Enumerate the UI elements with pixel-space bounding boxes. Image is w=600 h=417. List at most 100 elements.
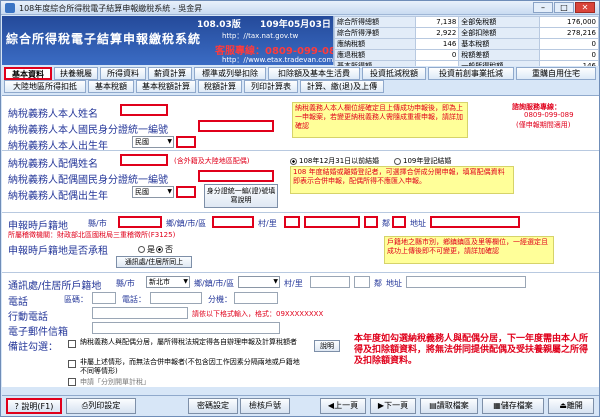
neighbor-input[interactable] (364, 216, 378, 228)
separate-billing-checkbox[interactable] (68, 378, 76, 386)
taxpayer-id-input[interactable] (198, 120, 274, 132)
tab-deductions[interactable]: 標準或列舉扣除 (194, 67, 266, 80)
version-label: 108.03版 (197, 20, 241, 30)
taxpayer-name-input[interactable] (120, 104, 168, 116)
tax-url[interactable]: http：//tax.nat.gov.tw (222, 31, 298, 41)
help-button[interactable]: ? 說明(F1) (6, 398, 62, 414)
tab-basic-living[interactable]: 扣除額及基本生活費 (268, 67, 360, 80)
village-input[interactable] (284, 216, 300, 228)
neighbor-number-input[interactable] (392, 216, 406, 228)
village-name-input[interactable] (304, 216, 360, 228)
village-label: 村/里 (258, 219, 277, 228)
summary-label: 應退稅額 (333, 49, 417, 61)
mail-neighbor-input[interactable] (354, 276, 370, 288)
taxpayer-era-select[interactable]: 民國 (132, 136, 174, 148)
password-settings-button[interactable]: 密碼設定 (188, 398, 238, 414)
next-page-label: 下一頁 (384, 401, 409, 410)
exit-icon: ⏏ (559, 401, 567, 410)
tab-home-repurchase[interactable]: 重購自用住宅 (516, 67, 596, 80)
same-address-button[interactable]: 通訊處/住居所同上 (116, 256, 192, 268)
spouse-id-label: 納稅義務人配偶國民身分證統一編號 (8, 175, 168, 186)
basic-info-form: 納稅義務人本人姓名 納稅義務人本人國民身分證統一編號 納稅義務人本人出生年 民國… (2, 95, 599, 387)
mail-address-label: 通訊處/住居所戶籍地 (8, 281, 102, 292)
hotline-period-note: (僅申報期間適用) (516, 121, 571, 129)
marriage-after-radio[interactable]: 109年登記結婚 (394, 156, 451, 166)
taxpayer-id-label: 納稅義務人本人國民身分證統一編號 (8, 125, 168, 136)
phone-number-input[interactable] (150, 292, 202, 304)
address-input[interactable] (430, 216, 520, 228)
tab-tax-calc[interactable]: 稅額計算 (198, 80, 242, 93)
divider (2, 150, 599, 151)
prev-page-button[interactable]: ◀上一頁 (320, 398, 366, 414)
minimize-button[interactable]: – (533, 2, 553, 13)
prev-page-label: 上一頁 (334, 401, 359, 410)
spouse-hint: (含外籍及大陸地區配偶) (174, 157, 250, 165)
tab-print-sheet[interactable]: 列印計算表 (244, 80, 298, 93)
tab-investment-credit[interactable]: 投資抵減稅額 (362, 67, 426, 80)
separate-billing-check-label: 申請「分別開單計稅」 (80, 378, 150, 386)
next-page-button[interactable]: ▶下一頁 (370, 398, 416, 414)
summary-label: 應納稅額 (333, 38, 417, 50)
county-label: 縣/市 (88, 219, 107, 228)
etax-url[interactable]: http：//www.etax.tradevan.com.tw (222, 55, 344, 65)
exit-button[interactable]: ⏏離開 (548, 398, 594, 414)
tab-basic-info[interactable]: 基本資料 (4, 67, 52, 80)
tax-summary-panel: 綜合所得總額 7,138 全部免稅額 176,000 綜合所得淨額 2,922 全部扣除額 2… (333, 16, 599, 94)
mobile-input[interactable] (92, 307, 188, 319)
bottom-toolbar: ? 說明(F1) ⎙列印設定 密碼設定 檢核戶號 ◀上一頁 ▶下一頁 ▤讀取檔案… (2, 395, 599, 416)
window-title: 108年度綜合所得稅電子結算申報繳稅系統 - 吳金昇 (19, 4, 203, 13)
taxpayer-birth-year-input[interactable] (176, 136, 196, 148)
tab-dependents[interactable]: 扶養親屬 (54, 67, 98, 80)
read-file-label: 讀取檔案 (436, 401, 469, 410)
id-help-button[interactable]: 身分證統一編(證)號填寫說明 (204, 184, 278, 208)
mail-town-select[interactable] (238, 276, 280, 288)
email-input[interactable] (92, 322, 280, 334)
mail-county-select[interactable]: 新北市 (146, 276, 190, 288)
mail-address-input[interactable] (406, 276, 526, 288)
mail-village-input[interactable] (310, 276, 350, 288)
tab-basic-tax-calc[interactable]: 基本稅額計算 (136, 80, 196, 93)
close-button[interactable]: ✕ (575, 2, 595, 13)
summary-value: 278,216 (539, 27, 599, 39)
spouse-era-select[interactable]: 民國 (132, 186, 174, 198)
tab-basic-tax[interactable]: 基本稅額 (88, 80, 134, 93)
tab-income[interactable]: 所得資料 (100, 67, 146, 80)
separated-checkbox[interactable] (68, 340, 76, 348)
town-input[interactable] (212, 216, 254, 228)
spouse-birth-year-input[interactable] (176, 186, 196, 198)
spouse-id-input[interactable] (198, 170, 274, 182)
county-input[interactable] (118, 216, 162, 228)
taxpayer-warning-note: 納稅義務人本人欄位經確定且上傳成功申報後，即為上一申報案，若變更納稅義務人需隨成… (292, 102, 468, 138)
separated-check-label: 納稅義務人與配偶分居，屬所得稅法規定得各自辦理申報及計算稅額者 (80, 338, 297, 346)
marriage-before-radio[interactable]: 108年12月31日以前結婚 (290, 156, 379, 166)
tax-summary-row: 應納稅額 146 基本稅額 0 (333, 38, 599, 50)
mobile-label: 行動電話 (8, 312, 48, 323)
area-code-input[interactable] (92, 292, 116, 304)
explain-button[interactable]: 說明 (314, 340, 340, 352)
tab-startup-credit[interactable]: 投資前創事業抵減 (428, 67, 514, 80)
maximize-button[interactable]: □ (554, 2, 574, 13)
exit-label: 離開 (566, 401, 583, 410)
extension-input[interactable] (234, 292, 278, 304)
spouse-name-label: 納稅義務人配偶姓名 (8, 159, 98, 170)
check-id-button[interactable]: 檢核戶號 (240, 398, 290, 414)
tab-mainland-credit[interactable]: 大陸地區所得扣抵 (4, 80, 86, 93)
save-file-button[interactable]: ▦儲存檔案 (482, 398, 544, 414)
summary-value: 0 (539, 49, 599, 61)
marriage-after-label: 109年登記結婚 (403, 157, 452, 165)
print-settings-button[interactable]: ⎙列印設定 (66, 398, 136, 414)
tab-salary[interactable]: 薪資計算 (148, 67, 192, 80)
household-warning-note: 戶籍地之縣市別，鄉鎮鎮區及里等欄位，一經選定且成功上傳後即不可變更，請詳加確認 (384, 236, 554, 264)
spouse-name-input[interactable] (120, 154, 168, 166)
divider (2, 272, 599, 273)
radio-empty-icon (394, 157, 401, 165)
summary-value: 0 (539, 38, 599, 50)
rented-yes-radio[interactable]: 是 (138, 244, 155, 255)
rented-no-radio[interactable]: 否 (156, 244, 173, 255)
cannot-combine-checkbox[interactable] (68, 360, 76, 368)
radio-selected-icon (156, 246, 163, 253)
summary-value: 146 (415, 38, 460, 50)
read-file-button[interactable]: ▤讀取檔案 (420, 398, 478, 414)
tab-calc-upload[interactable]: 計算、繳(退)及上傳 (300, 80, 384, 93)
email-label: 電子郵件信箱 (8, 327, 68, 338)
